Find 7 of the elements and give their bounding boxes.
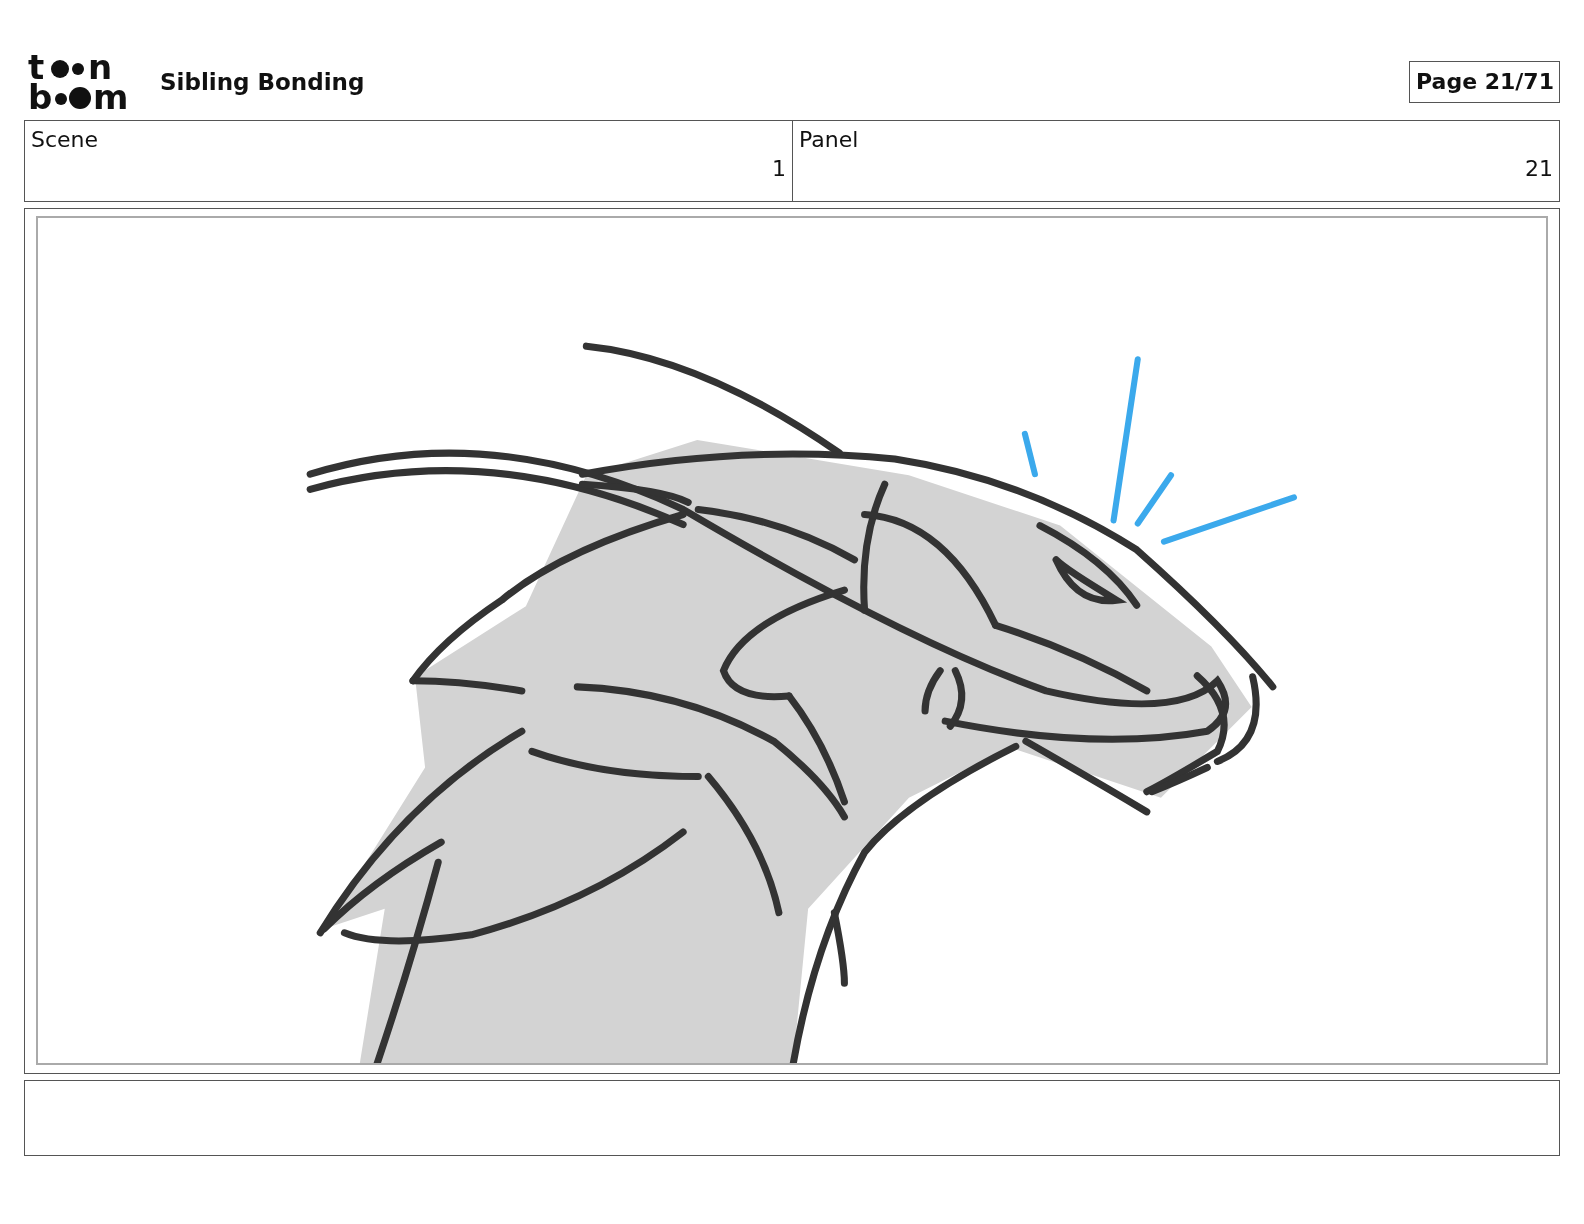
table-cell-text: 21 [1524,156,1553,181]
page-number: Page 21/71 [1409,61,1560,103]
column-header: Scene [31,127,99,152]
table-cell-text: 1 [771,156,786,181]
brand-logo: t n b m [28,52,140,112]
document-title: Sibling Bonding [160,69,365,95]
column-header: Panel [799,127,859,152]
